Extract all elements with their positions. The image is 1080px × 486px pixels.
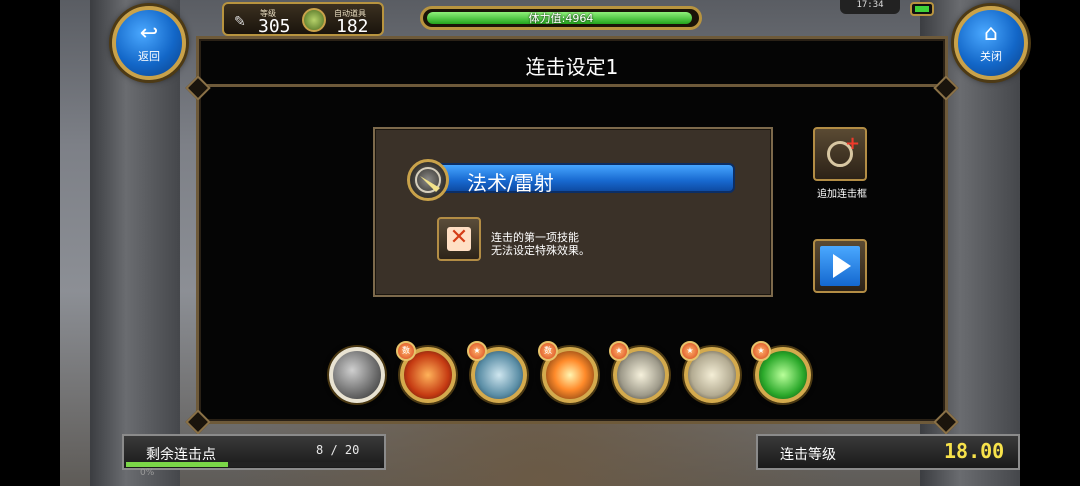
skill-badge-icon: ★ [680, 341, 700, 361]
figure-circle-skill-icon[interactable]: ★ [467, 341, 527, 403]
plus-icon: + [845, 133, 861, 154]
add-combo-slot-label: 追加连击框 [817, 189, 867, 200]
wrench-icon: ✎ [234, 14, 246, 30]
stamina-bar: 体力值:4964 [420, 6, 702, 30]
fire-cat-skill-icon[interactable]: 数 [396, 341, 456, 403]
xp-fill [126, 462, 228, 467]
remaining-points-value: 8 / 20 [316, 443, 360, 457]
player-status-panel: 等级 305 ✎ 自动道具 182 [222, 2, 384, 37]
close-button[interactable]: ⌂ 关闭 [954, 6, 1028, 80]
play-icon [820, 246, 860, 286]
frog-item-icon [302, 8, 326, 32]
skill-badge-icon: 数 [538, 341, 558, 361]
skill-badge-icon: 数 [396, 341, 416, 361]
play-triangle [833, 254, 851, 278]
combo-level-label: 连击等级 [780, 447, 836, 463]
back-button[interactable]: ↩ 返回 [112, 6, 186, 80]
laser-skill-icon[interactable] [329, 347, 385, 403]
remaining-points-label: 剩余连击点 [146, 447, 216, 463]
combo-settings-dialog: 连击设定1 法术/雷射 ✕ 连击的第一项技能 无法设定特殊效果。 + 追加连击框… [185, 36, 959, 435]
battery-fill [915, 6, 929, 12]
back-button-label: 返回 [138, 50, 160, 63]
right-letterbox [1020, 0, 1080, 486]
laser-skill-icon [407, 159, 449, 201]
skill-rail: 数 ★ 数 ★ ★ ★ [329, 341, 829, 409]
selected-skill-name: 法术/雷射 [467, 171, 554, 195]
battery-icon [910, 2, 934, 16]
xp-bar [126, 462, 380, 467]
note-line-1: 连击的第一项技能 [491, 231, 579, 244]
home-icon: ⌂ [984, 21, 998, 46]
close-button-label: 关闭 [980, 50, 1002, 63]
skill-badge-icon: ★ [467, 341, 487, 361]
cage-skill-icon[interactable]: ★ [680, 341, 740, 403]
combo-level-value: 18.00 [944, 439, 1005, 463]
first-skill-note: 连击的第一项技能 无法设定特殊效果。 [491, 231, 590, 257]
clock: 17:34 [840, 0, 900, 14]
xp-percent: 0% [140, 468, 155, 478]
beam-skill-icon[interactable]: ★ [609, 341, 669, 403]
combo-level-panel: 连击等级 18.00 [756, 434, 1020, 470]
stamina-text: 体力值:4964 [528, 12, 594, 25]
left-letterbox [0, 0, 60, 486]
skill-badge-icon: ★ [609, 341, 629, 361]
next-button[interactable] [813, 239, 867, 293]
clock-text: 17:34 [856, 0, 884, 10]
close-x-icon: ✕ [447, 227, 471, 251]
selected-skill-bar[interactable]: 法术/雷射 [413, 163, 735, 195]
green-figure-skill-icon[interactable]: ★ [751, 341, 811, 403]
burst-skill-icon[interactable]: 数 [538, 341, 598, 403]
remove-effect-button[interactable]: ✕ [437, 217, 481, 261]
note-line-2: 无法设定特殊效果。 [491, 244, 590, 257]
combo-slot-panel: 法术/雷射 ✕ 连击的第一项技能 无法设定特殊效果。 [373, 127, 773, 297]
skill-badge-icon: ★ [751, 341, 771, 361]
back-arrow-icon: ↩ [139, 21, 159, 46]
auto-item-count: 182 [336, 16, 369, 37]
add-combo-slot-button[interactable]: + [813, 127, 867, 181]
dialog-title: 连击设定1 [525, 55, 619, 79]
level-value: 305 [258, 16, 291, 37]
dialog-title-bar: 连击设定1 [199, 39, 945, 87]
